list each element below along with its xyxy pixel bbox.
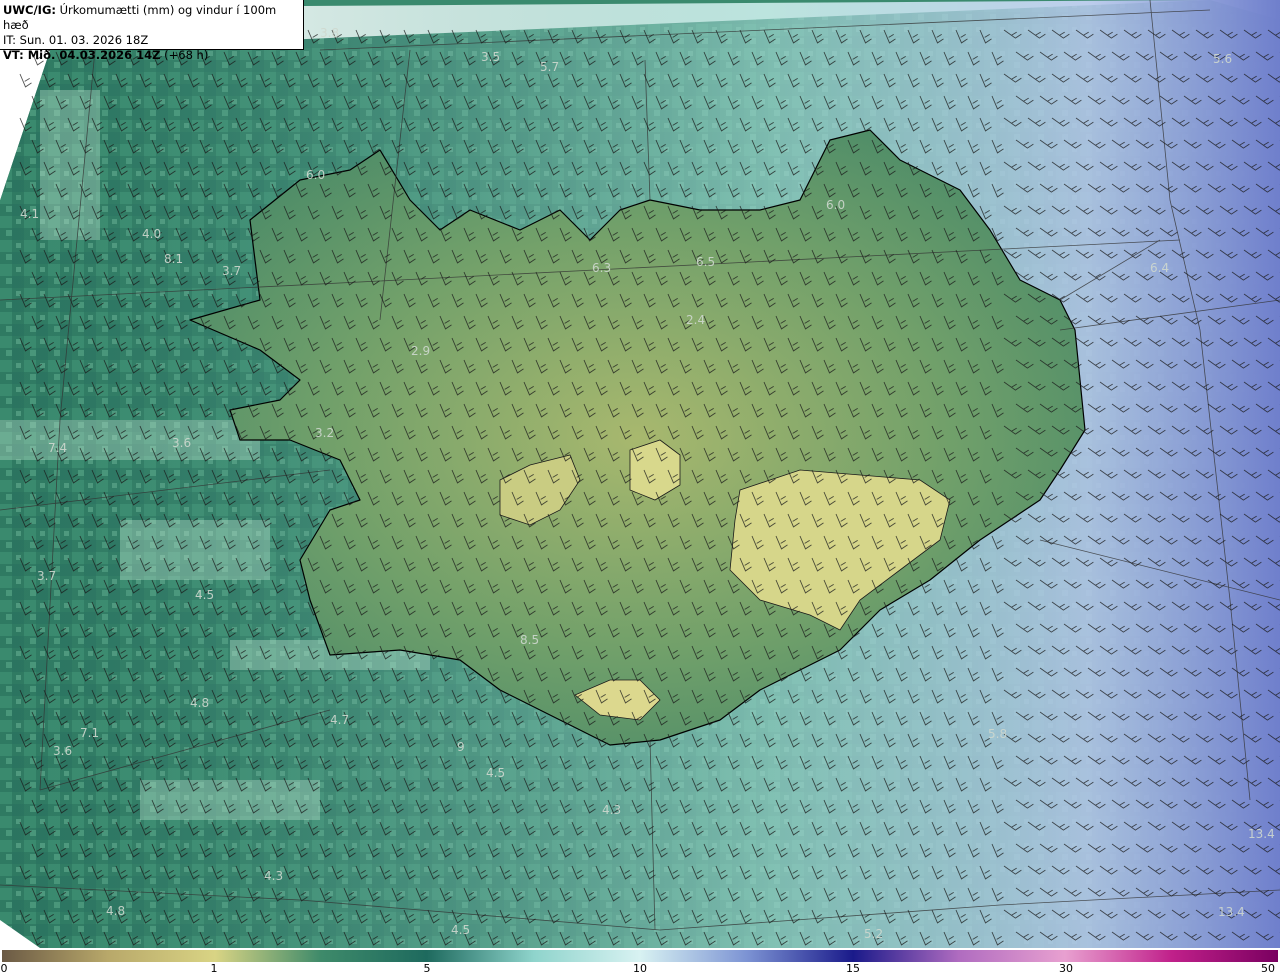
- map-header: UWC/IG: Úrkomumætti (mm) og vindur í 100…: [0, 0, 304, 62]
- map-value-label: 9: [457, 740, 465, 754]
- map-value-label: 5.2: [864, 927, 883, 941]
- map-value-label: 4.3: [602, 803, 621, 817]
- map-value-label: 3.6: [172, 436, 191, 450]
- colorbar: 0 1 5 10 15 30 50: [0, 948, 1280, 978]
- map-value-label: 13.4: [1218, 905, 1245, 919]
- colorbar-tick-label: 50: [1261, 962, 1275, 975]
- colorbar-tick-label: 1: [210, 962, 218, 975]
- map-value-label: 4.8: [106, 904, 125, 918]
- header-line-3: VT: Mið. 04.03.2026 14Z (+68 h): [3, 48, 303, 63]
- colorbar-strip: [2, 950, 1278, 962]
- map-value-label: 5.7: [540, 60, 559, 74]
- map-value-label: 6.5: [696, 255, 715, 269]
- map-value-label: 3.8: [320, 26, 339, 40]
- colorbar-tick-label: 15: [846, 962, 860, 975]
- map-value-label: 6.0: [306, 168, 325, 182]
- map-value-label: 13.4: [1248, 827, 1275, 841]
- map-value-label: 2.4: [686, 313, 705, 327]
- map-value-label: 6.3: [592, 261, 611, 275]
- map-value-label: 4.3: [264, 869, 283, 883]
- map-value-label: 4.8: [190, 696, 209, 710]
- map-value-label: 5.8: [988, 727, 1007, 741]
- model-code: UWC/IG:: [3, 3, 56, 17]
- map-value-label: 3.5: [481, 50, 500, 64]
- map-value-label: 3.7: [222, 264, 241, 278]
- map-value-label: 3.7: [37, 569, 56, 583]
- map-value-label: 4.1: [20, 207, 39, 221]
- map-value-label: 3.2: [315, 426, 334, 440]
- valid-time: VT: Mið. 04.03.2026 14Z: [3, 48, 161, 62]
- forecast-offset: (+68 h): [160, 48, 209, 62]
- colorbar-tick-label: 5: [423, 962, 431, 975]
- map-value-label: 4.0: [142, 227, 161, 241]
- map-value-label: 6.0: [826, 198, 845, 212]
- map-value-label: 5.6: [1213, 52, 1232, 66]
- map-value-label: 4.7: [330, 713, 349, 727]
- header-line-2: IT: Sun. 01. 03. 2026 18Z: [3, 33, 149, 47]
- map-value-label: 3.6: [53, 744, 72, 758]
- colorbar-tick-label: 30: [1059, 962, 1073, 975]
- map-value-label: 2.9: [411, 344, 430, 358]
- map-value-label: 7.4: [48, 441, 67, 455]
- colorbar-tick-label: 10: [633, 962, 647, 975]
- header-line-1: UWC/IG: Úrkomumætti (mm) og vindur í 100…: [3, 3, 303, 33]
- map-value-label: 6.4: [1150, 261, 1169, 275]
- colorbar-tick-label: 0: [0, 962, 8, 975]
- map-value-label: 4.5: [451, 923, 470, 937]
- map-value-label: 4.5: [486, 766, 505, 780]
- map-value-label: 8.1: [164, 252, 183, 266]
- map-value-label: 7.1: [80, 726, 99, 740]
- map-value-label: 4.5: [195, 588, 214, 602]
- map-value-label: 8.5: [520, 633, 539, 647]
- weather-map: 3.8 3.5 5.7 5.6 6.0 4.1 4.0 8.1 3.7 6.3 …: [0, 0, 1280, 948]
